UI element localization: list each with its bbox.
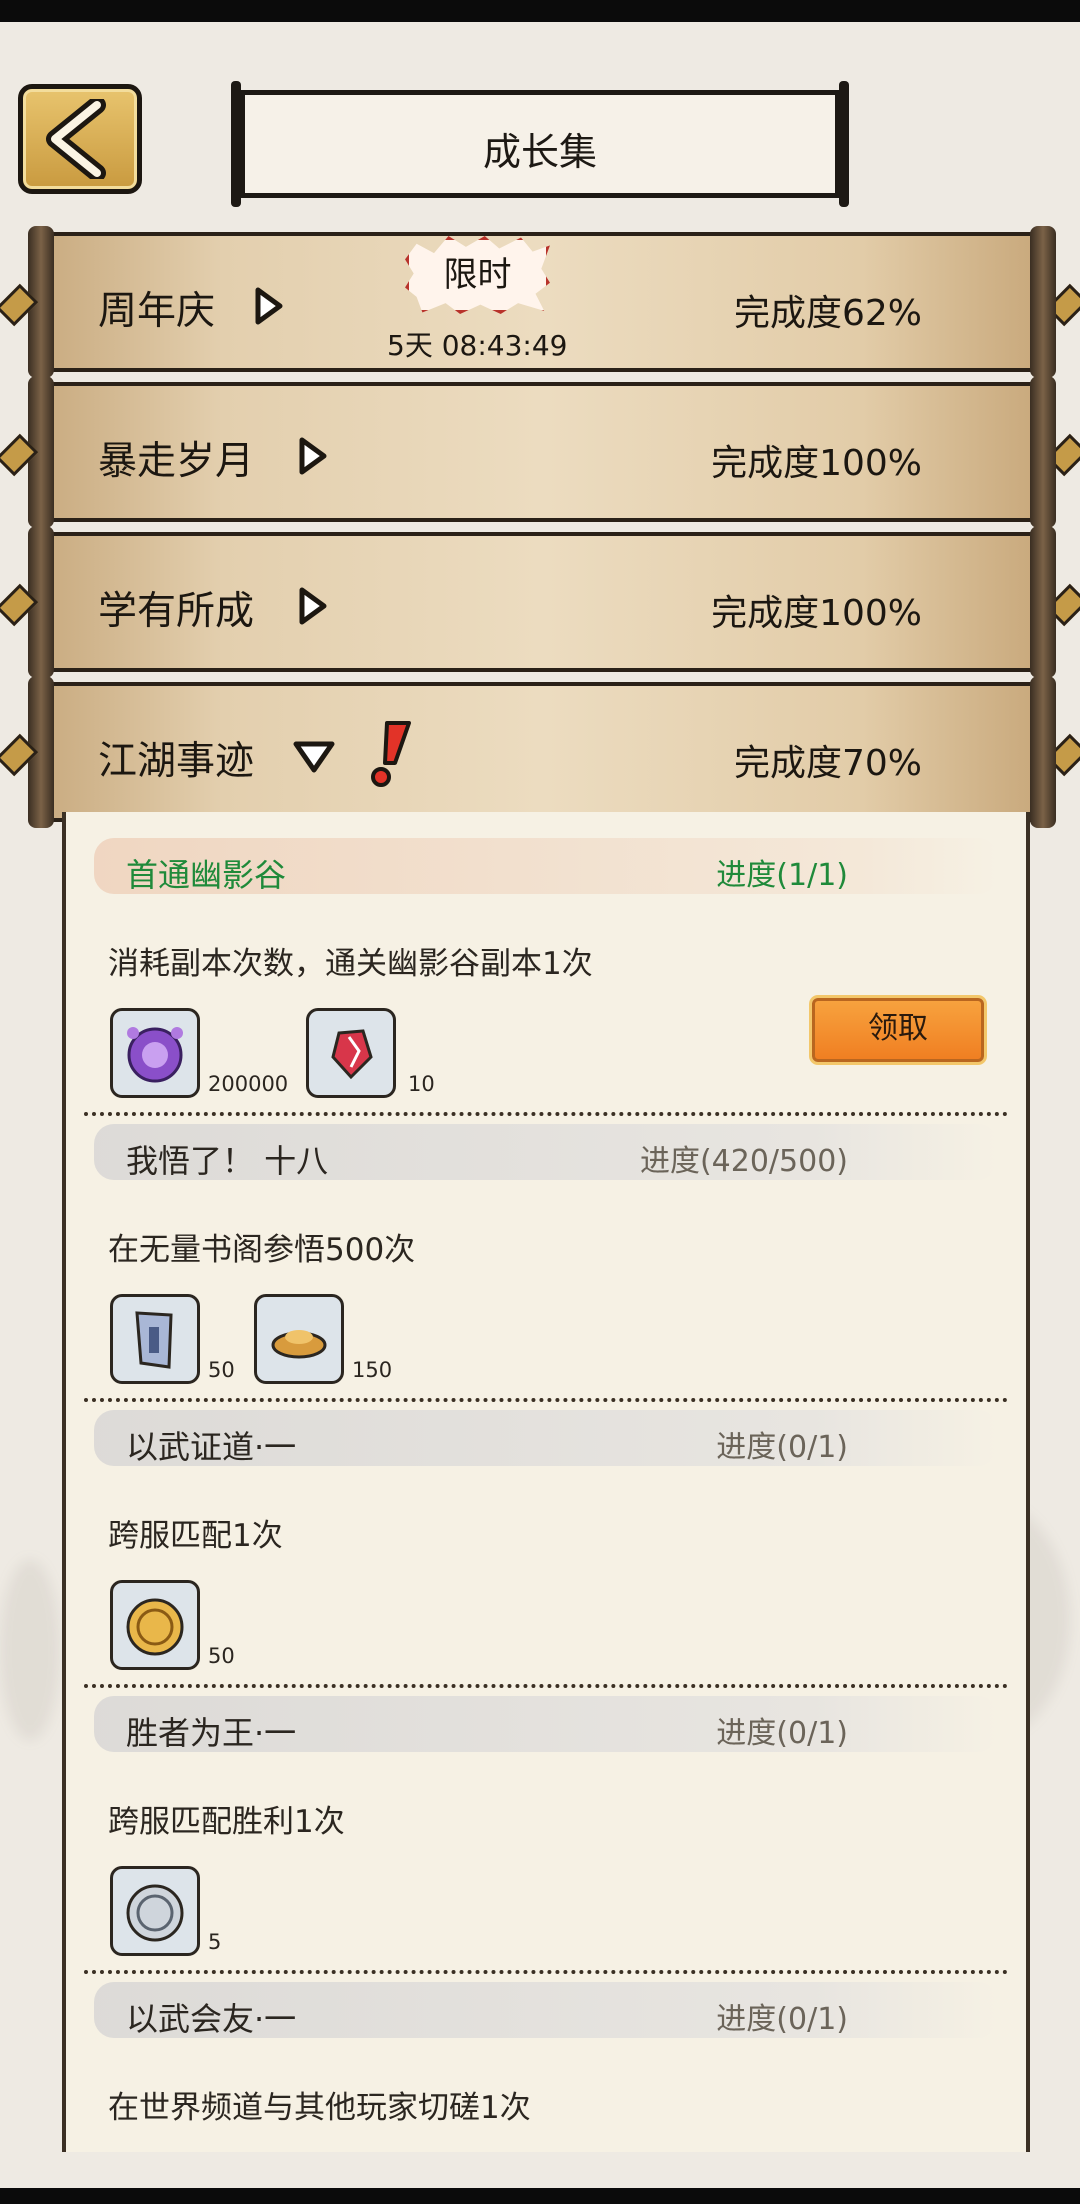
- category-wild-years[interactable]: 暴走岁月 完成度100%: [0, 376, 1080, 528]
- category-progress: 完成度100%: [711, 443, 922, 484]
- task-title: 胜者为王·一: [126, 1714, 297, 1752]
- category-progress: 完成度62%: [733, 293, 922, 334]
- scroll-knob-left: [0, 583, 39, 627]
- triangle-right-icon: [255, 287, 283, 325]
- scroll-knob-left: [0, 733, 39, 777]
- category-name: 学有所成: [98, 589, 255, 634]
- reward-count: 50: [208, 1644, 235, 1668]
- reward-count: 5: [208, 1930, 222, 1954]
- task-item: 首通幽影谷 进度(1/1) 消耗副本次数，通关幽影谷副本1次 200000 10…: [66, 812, 1026, 1116]
- triangle-down-icon: [293, 741, 335, 773]
- task-description: 跨服匹配胜利1次: [108, 1804, 345, 1840]
- category-name: 暴走岁月: [98, 439, 255, 484]
- category-progress: 完成度70%: [733, 743, 922, 784]
- task-title: 首通幽影谷: [126, 856, 287, 894]
- purple-token-icon[interactable]: [110, 1008, 200, 1098]
- scroll-knob-right: [1045, 283, 1080, 327]
- task-item: 我悟了！ 十八 进度(420/500) 在无量书阁参悟500次 50 150: [66, 1098, 1026, 1402]
- task-item: 以武会友·一 进度(0/1) 在世界频道与其他玩家切磋1次: [66, 1956, 1026, 2152]
- gold-coin-icon[interactable]: [110, 1580, 200, 1670]
- exclamation-alert-icon: [371, 721, 411, 787]
- task-description: 消耗副本次数，通关幽影谷副本1次: [108, 946, 593, 982]
- task-list-panel: 首通幽影谷 进度(1/1) 消耗副本次数，通关幽影谷副本1次 200000 10…: [62, 812, 1030, 2152]
- reward-count: 150: [352, 1358, 393, 1382]
- navigation-bar: [0, 2188, 1080, 2204]
- task-description: 在无量书阁参悟500次: [108, 1232, 416, 1268]
- scroll-knob-right: [1045, 583, 1080, 627]
- ink-wash-decoration: [0, 1560, 60, 1740]
- task-title: 以武证道·一: [126, 1428, 297, 1466]
- category-jianghu-deeds[interactable]: 江湖事迹 完成度70%: [0, 676, 1080, 828]
- countdown-timer: 5天 08:43:49: [387, 329, 568, 362]
- category-name: 周年庆: [98, 289, 216, 334]
- category-progress: 完成度100%: [711, 593, 922, 634]
- page-title: 成长集: [482, 130, 597, 174]
- scroll-knob-left: [0, 283, 39, 327]
- task-progress: 进度(420/500): [639, 1144, 848, 1179]
- silver-coin-icon[interactable]: [110, 1866, 200, 1956]
- task-item: 胜者为王·一 进度(0/1) 跨服匹配胜利1次 5: [66, 1670, 1026, 1974]
- category-learning[interactable]: 学有所成 完成度100%: [0, 526, 1080, 678]
- status-bar: [0, 0, 1080, 22]
- task-progress: 进度(0/1): [716, 1430, 848, 1465]
- title-banner: 成长集: [231, 81, 849, 207]
- limited-time-label: 限时: [443, 255, 512, 295]
- red-crystal-icon[interactable]: [306, 1008, 396, 1098]
- category-name: 江湖事迹: [98, 739, 255, 784]
- task-progress: 进度(0/1): [716, 2002, 848, 2037]
- triangle-right-icon: [299, 587, 327, 625]
- task-title: 我悟了！ 十八: [126, 1142, 329, 1180]
- triangle-right-icon: [299, 437, 327, 475]
- task-description: 跨服匹配1次: [108, 1518, 283, 1554]
- reward-count: 200000: [208, 1072, 289, 1096]
- task-item: 以武证道·一 进度(0/1) 跨服匹配1次 50: [66, 1384, 1026, 1688]
- chevron-left-icon: [46, 99, 106, 179]
- back-button[interactable]: [18, 84, 142, 194]
- task-description: 在世界频道与其他玩家切磋1次: [108, 2090, 531, 2126]
- scroll-knob-right: [1045, 733, 1080, 777]
- task-progress: 进度(1/1): [716, 858, 848, 893]
- gold-ingot-icon[interactable]: [254, 1294, 344, 1384]
- scroll-knob-left: [0, 433, 39, 477]
- reward-count: 50: [208, 1358, 235, 1382]
- task-progress: 进度(0/1): [716, 1716, 848, 1751]
- reward-count: 10: [408, 1072, 435, 1096]
- scroll-knob-right: [1045, 433, 1080, 477]
- scroll-ticket-icon[interactable]: [110, 1294, 200, 1384]
- claim-button[interactable]: 领取: [812, 998, 984, 1062]
- task-title: 以武会友·一: [126, 2000, 297, 2038]
